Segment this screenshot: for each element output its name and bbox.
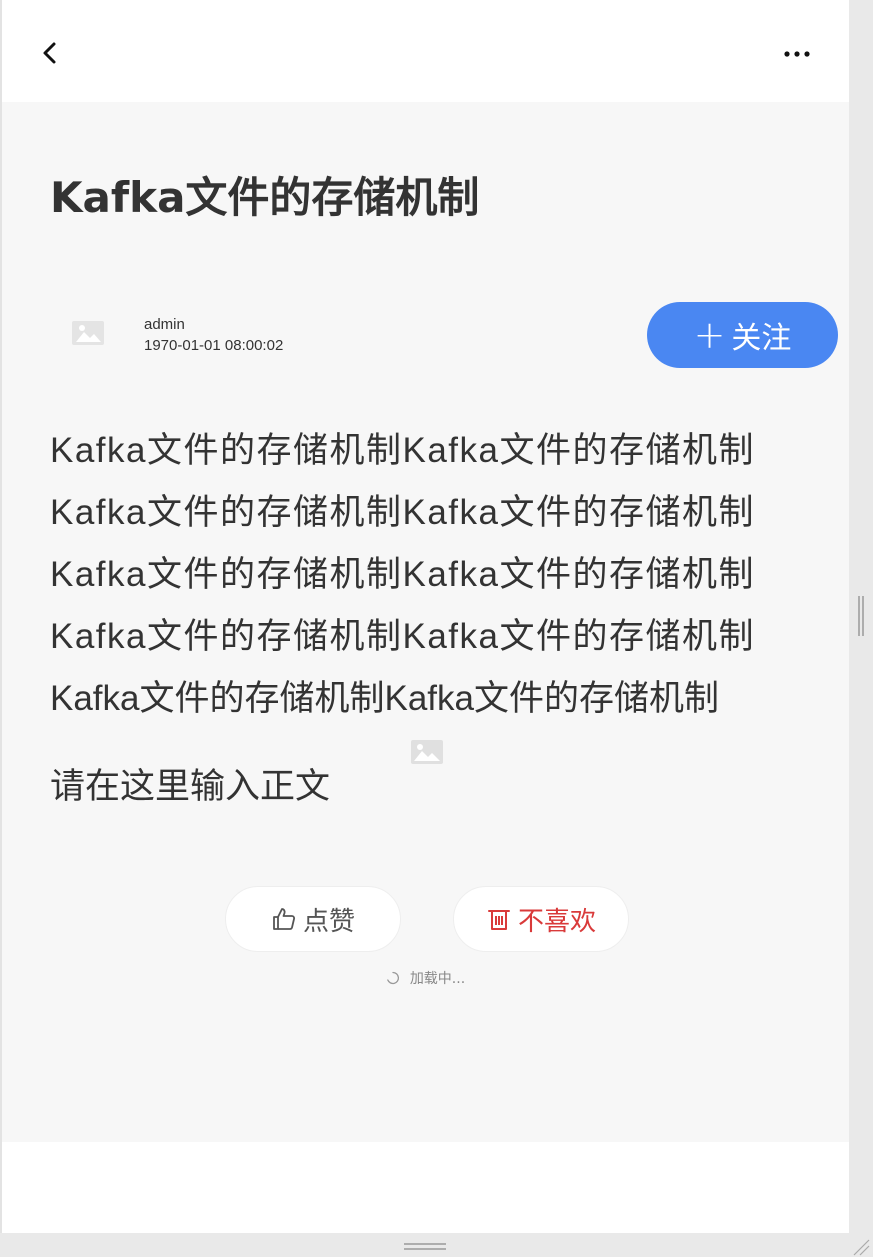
body-line: Kafka文件的存储机制Kafka文件的存储机制 bbox=[50, 431, 756, 470]
footer-area bbox=[2, 1142, 849, 1224]
trash-icon bbox=[487, 910, 510, 930]
loading-indicator: 加载中... bbox=[2, 968, 849, 988]
body-line: Kafka文件的存储机制Kafka文件的存储机制 bbox=[50, 679, 720, 718]
app-frame: Kafka文件的存储机制 admin 1970-01-01 08:00:02 +… bbox=[0, 0, 849, 1233]
like-label: 点赞 bbox=[302, 906, 355, 937]
thumbs-up-icon bbox=[273, 908, 296, 930]
plus-icon: + bbox=[693, 313, 726, 357]
more-horizontal-icon[interactable] bbox=[782, 44, 814, 64]
article-title: Kafka文件的存储机制 bbox=[50, 173, 480, 222]
article-content: Kafka文件的存储机制 admin 1970-01-01 08:00:02 +… bbox=[2, 102, 849, 1142]
like-button[interactable]: 点赞 bbox=[225, 886, 401, 952]
dislike-label: 不喜欢 bbox=[517, 906, 596, 937]
follow-label: 关注 bbox=[731, 321, 792, 356]
spinner-icon bbox=[386, 971, 399, 985]
dislike-button[interactable]: 不喜欢 bbox=[453, 886, 629, 952]
article-body: Kafka文件的存储机制Kafka文件的存储机制 Kafka文件的存储机制Kaf… bbox=[50, 420, 810, 730]
chevron-left-icon[interactable] bbox=[38, 38, 64, 68]
follow-button[interactable]: + 关注 bbox=[647, 302, 838, 368]
loading-text: 加载中... bbox=[409, 971, 466, 987]
reaction-bar: 点赞 不喜欢 bbox=[2, 886, 849, 952]
resize-grip-icon[interactable] bbox=[850, 1236, 870, 1256]
scroll-grip-icon[interactable] bbox=[857, 596, 865, 636]
author-name[interactable]: admin bbox=[144, 316, 185, 333]
image-placeholder-icon bbox=[411, 740, 443, 764]
publish-time: 1970-01-01 08:00:02 bbox=[144, 337, 284, 354]
top-navigation-bar bbox=[2, 0, 849, 102]
body-line: Kafka文件的存储机制Kafka文件的存储机制 bbox=[50, 493, 756, 532]
body-line: Kafka文件的存储机制Kafka文件的存储机制 bbox=[50, 617, 756, 656]
body-line: Kafka文件的存储机制Kafka文件的存储机制 bbox=[50, 555, 756, 594]
scroll-grip-icon[interactable] bbox=[404, 1242, 446, 1252]
body-text: 请在这里输入正文 bbox=[50, 767, 331, 807]
image-placeholder-icon[interactable] bbox=[70, 318, 108, 348]
